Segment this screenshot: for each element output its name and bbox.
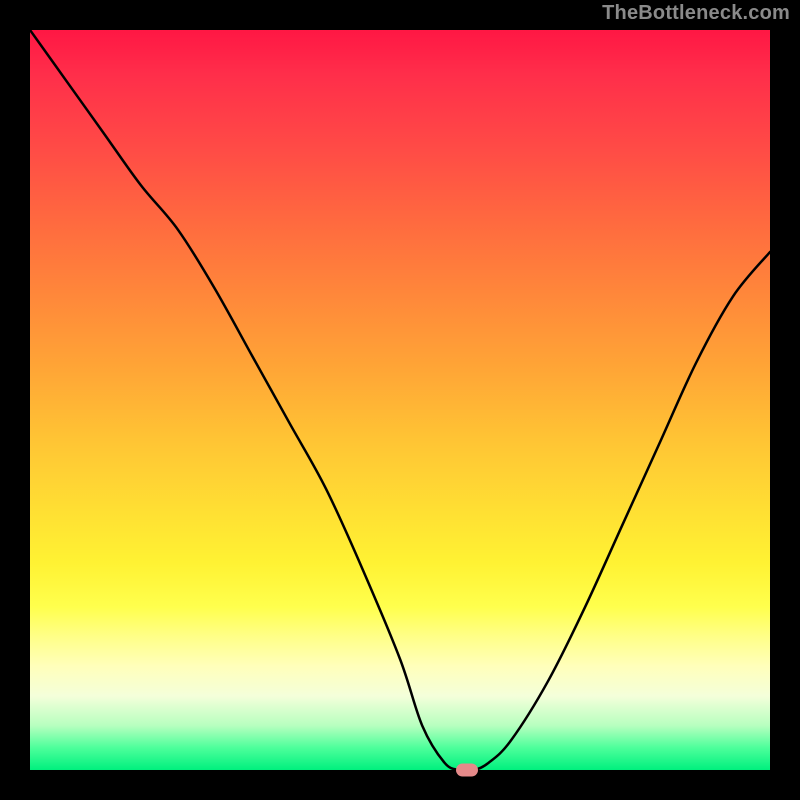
optimal-marker <box>456 764 478 777</box>
chart-frame: TheBottleneck.com <box>0 0 800 800</box>
watermark-label: TheBottleneck.com <box>602 2 790 25</box>
plot-area <box>30 30 770 770</box>
bottleneck-curve <box>30 30 770 770</box>
